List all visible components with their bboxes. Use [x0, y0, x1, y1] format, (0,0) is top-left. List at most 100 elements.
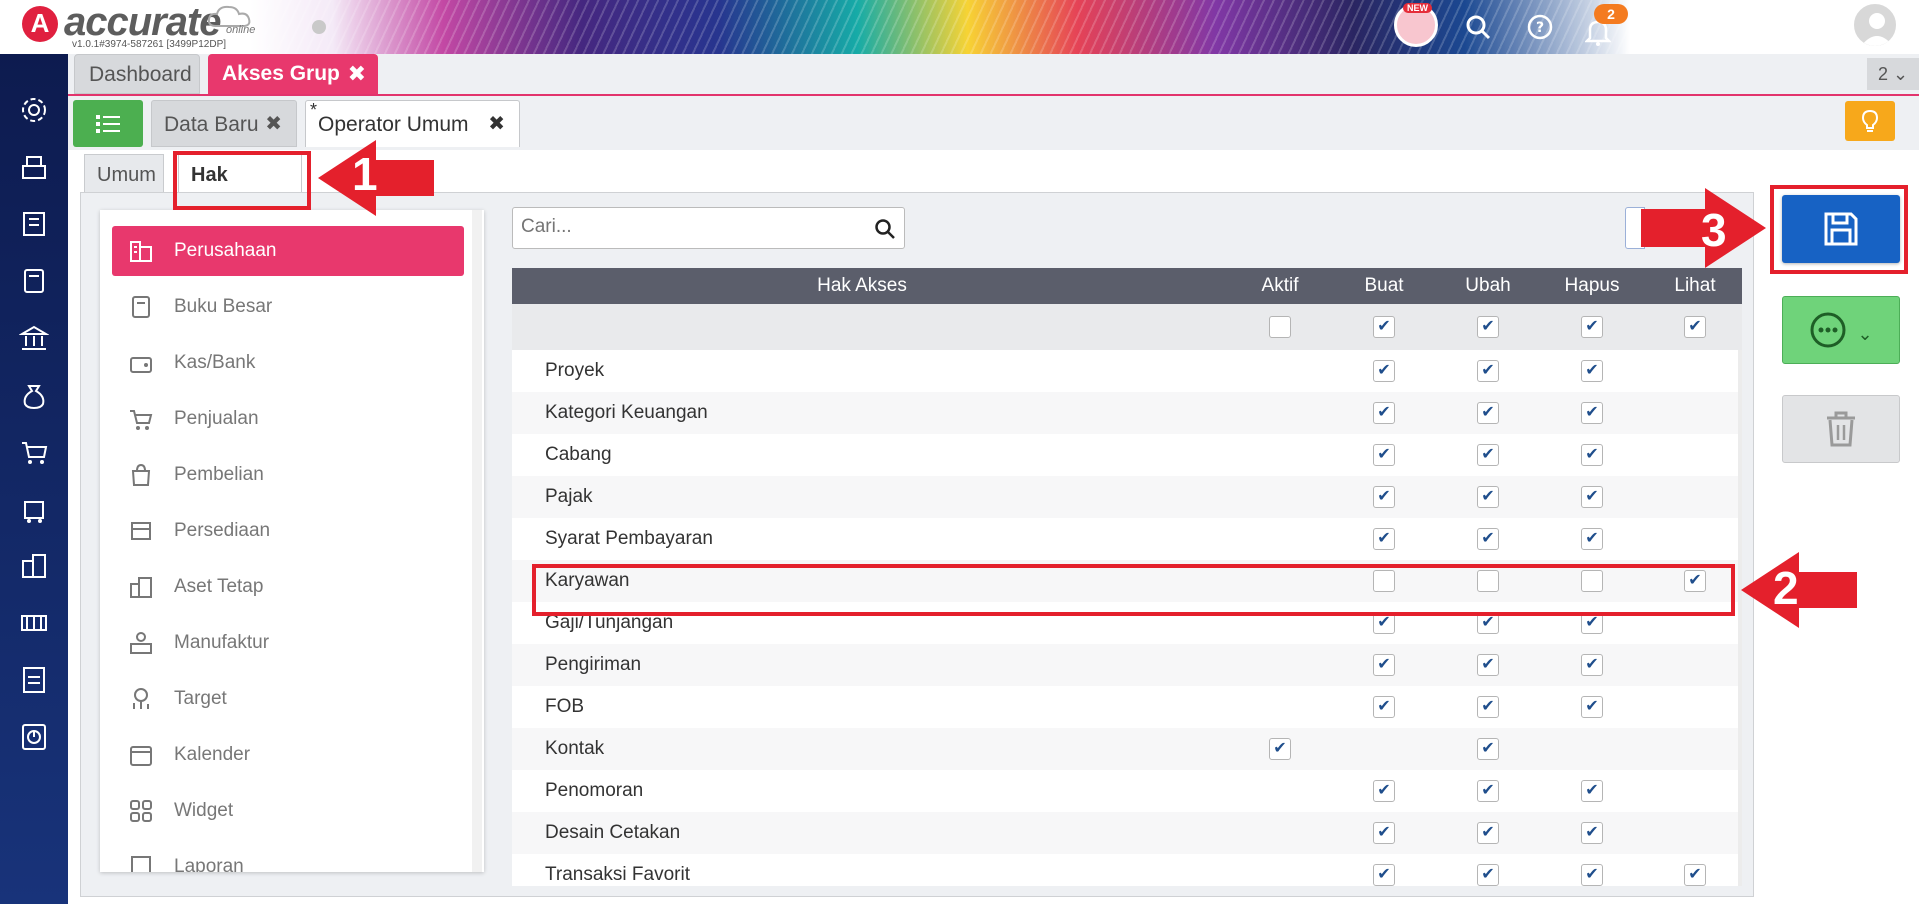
buat-checkbox[interactable] — [1373, 696, 1395, 718]
table-row[interactable]: Pengiriman — [512, 644, 1738, 686]
column-header-buat[interactable]: Buat — [1334, 268, 1434, 304]
table-row[interactable]: FOB — [512, 686, 1738, 728]
hapus-checkbox[interactable] — [1581, 864, 1603, 886]
ubah-checkbox[interactable] — [1477, 486, 1499, 508]
ubah-checkbox[interactable] — [1477, 444, 1499, 466]
buat-checkbox[interactable] — [1373, 822, 1395, 844]
hapus-checkbox[interactable] — [1581, 696, 1603, 718]
hapus-checkbox[interactable] — [1581, 780, 1603, 802]
category-item-kalender[interactable]: Kalender — [112, 730, 464, 780]
close-icon[interactable]: ✖ — [348, 54, 366, 94]
table-row[interactable]: Transaksi Favorit — [512, 854, 1738, 886]
search-field[interactable] — [512, 207, 905, 249]
column-header-ubah[interactable]: Ubah — [1438, 268, 1538, 304]
category-item-aset-tetap[interactable]: Aset Tetap — [112, 562, 464, 612]
chevron-down-icon[interactable]: ⌄ — [1902, 18, 1912, 32]
table-row[interactable]: Proyek — [512, 350, 1738, 392]
category-item-target[interactable]: Target — [112, 674, 464, 724]
hapus-checkbox[interactable] — [1581, 444, 1603, 466]
purchase-icon[interactable] — [16, 491, 52, 527]
buat-checkbox[interactable] — [1373, 528, 1395, 550]
category-item-laporan[interactable]: Laporan — [112, 842, 464, 872]
hapus-checkbox[interactable] — [1581, 360, 1603, 382]
ubah-checkbox[interactable] — [1477, 780, 1499, 802]
select-all-ubah-checkbox[interactable] — [1477, 316, 1499, 338]
search-icon[interactable] — [1460, 9, 1496, 45]
search-input[interactable] — [513, 208, 853, 246]
buat-checkbox[interactable] — [1373, 612, 1395, 634]
ubah-checkbox[interactable] — [1477, 738, 1499, 760]
factory-icon[interactable] — [16, 605, 52, 641]
hapus-checkbox[interactable] — [1581, 402, 1603, 424]
hapus-checkbox[interactable] — [1581, 822, 1603, 844]
user-avatar[interactable] — [1852, 2, 1898, 48]
ubah-checkbox[interactable] — [1477, 864, 1499, 886]
tab-hak-akses[interactable]: Hak Akses — [178, 154, 302, 226]
category-item-manufaktur[interactable]: Manufaktur — [112, 618, 464, 668]
report-chart-icon[interactable] — [16, 719, 52, 755]
tab-umum[interactable]: Umum — [84, 154, 164, 194]
delete-button[interactable] — [1782, 395, 1900, 463]
settings-icon[interactable] — [16, 92, 52, 128]
select-all-hapus-checkbox[interactable] — [1581, 316, 1603, 338]
ubah-checkbox[interactable] — [1477, 612, 1499, 634]
accurate-logo-icon[interactable]: A — [22, 6, 58, 42]
table-row[interactable]: Penomoran — [512, 770, 1738, 812]
category-item-penjualan[interactable]: Penjualan — [112, 394, 464, 444]
close-icon[interactable]: ✖ — [265, 101, 282, 148]
category-scrollbar[interactable] — [472, 210, 482, 872]
tips-button[interactable] — [1845, 101, 1895, 141]
hapus-checkbox[interactable] — [1581, 570, 1603, 592]
select-all-buat-checkbox[interactable] — [1373, 316, 1395, 338]
buat-checkbox[interactable] — [1373, 864, 1395, 886]
hapus-checkbox[interactable] — [1581, 654, 1603, 676]
table-row[interactable]: Gaji/Tunjangan — [512, 602, 1738, 644]
table-row[interactable]: Kontak — [512, 728, 1738, 770]
ubah-checkbox[interactable] — [1477, 528, 1499, 550]
ubah-checkbox[interactable] — [1477, 570, 1499, 592]
hapus-checkbox[interactable] — [1581, 612, 1603, 634]
select-all-aktif-checkbox[interactable] — [1269, 316, 1291, 338]
cash-register-icon[interactable] — [16, 149, 52, 185]
category-item-pembelian[interactable]: Pembelian — [112, 450, 464, 500]
ubah-checkbox[interactable] — [1477, 402, 1499, 424]
hapus-checkbox[interactable] — [1581, 486, 1603, 508]
hapus-checkbox[interactable] — [1581, 528, 1603, 550]
table-row[interactable]: Kategori Keuangan — [512, 392, 1738, 434]
buat-checkbox[interactable] — [1373, 402, 1395, 424]
table-row[interactable]: Desain Cetakan — [512, 812, 1738, 854]
money-bag-icon[interactable] — [16, 377, 52, 413]
save-button[interactable] — [1782, 195, 1900, 263]
buat-checkbox[interactable] — [1373, 360, 1395, 382]
table-row[interactable]: Karyawan — [512, 560, 1738, 602]
news-avatar-icon[interactable]: NEW — [1394, 3, 1438, 47]
select-all-lihat-checkbox[interactable] — [1684, 316, 1706, 338]
ubah-checkbox[interactable] — [1477, 654, 1499, 676]
buat-checkbox[interactable] — [1373, 780, 1395, 802]
category-item-widget[interactable]: Widget — [112, 786, 464, 836]
user-name[interactable]: Fifi Fashion — [1720, 4, 1834, 30]
buat-checkbox[interactable] — [1373, 486, 1395, 508]
lihat-checkbox[interactable] — [1684, 864, 1706, 886]
close-icon[interactable]: ✖ — [488, 101, 505, 148]
column-header-lihat[interactable]: Lihat — [1645, 268, 1742, 304]
book-icon[interactable] — [16, 263, 52, 299]
buat-checkbox[interactable] — [1373, 570, 1395, 592]
list-view-button[interactable] — [73, 100, 143, 147]
column-header-hak-akses[interactable]: Hak Akses — [662, 268, 1062, 304]
tab-dashboard[interactable]: Dashboard — [74, 54, 200, 94]
building-icon[interactable] — [16, 206, 52, 242]
buat-checkbox[interactable] — [1373, 654, 1395, 676]
search-icon[interactable] — [874, 218, 896, 240]
tab-data-baru[interactable]: Data Baru ✖ — [151, 100, 297, 147]
column-header-hapus[interactable]: Hapus — [1542, 268, 1642, 304]
bank-icon[interactable] — [16, 320, 52, 356]
lihat-checkbox[interactable] — [1684, 570, 1706, 592]
help-icon[interactable]: ? — [1522, 9, 1558, 45]
category-item-kas-bank[interactable]: Kas/Bank — [112, 338, 464, 388]
ubah-checkbox[interactable] — [1477, 696, 1499, 718]
column-header-aktif[interactable]: Aktif — [1230, 268, 1330, 304]
ubah-checkbox[interactable] — [1477, 360, 1499, 382]
asset-icon[interactable] — [16, 548, 52, 584]
ubah-checkbox[interactable] — [1477, 822, 1499, 844]
